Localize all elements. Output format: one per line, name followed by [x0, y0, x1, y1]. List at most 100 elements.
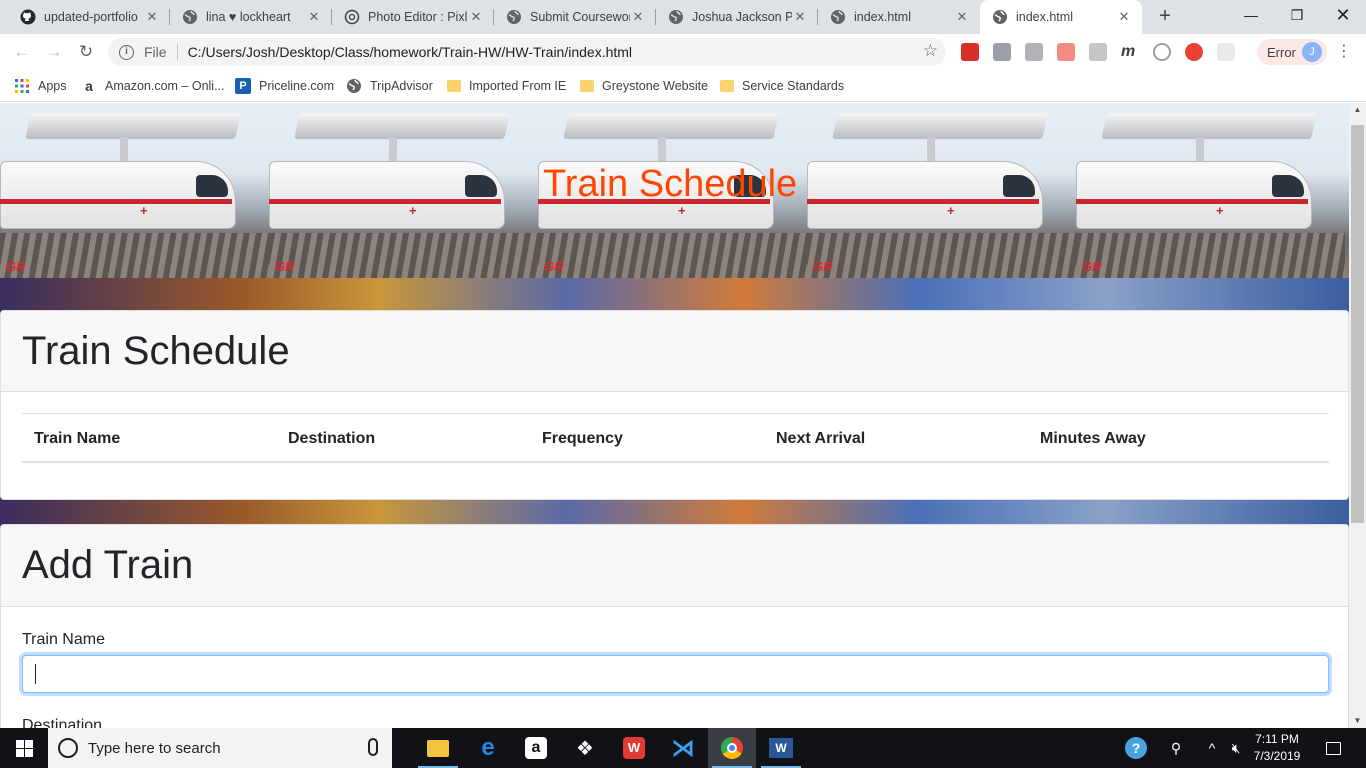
bookmark-priceline[interactable]: P Priceline.com: [235, 76, 334, 96]
action-center-icon[interactable]: [1318, 728, 1348, 768]
column-header-frequency: Frequency: [542, 430, 623, 447]
dropbox-icon[interactable]: ❖: [561, 728, 609, 768]
bookmark-star-icon[interactable]: ☆: [923, 41, 938, 61]
bookmark-folder-imported[interactable]: Imported From IE: [447, 76, 566, 96]
folder-icon: [580, 80, 594, 92]
close-icon[interactable]: ✕: [144, 9, 160, 25]
wps-office-icon[interactable]: W: [610, 728, 658, 768]
edge-icon[interactable]: e: [464, 728, 512, 768]
card-header: Train Schedule: [1, 311, 1348, 392]
bookmark-tripadvisor[interactable]: TripAdvisor: [346, 76, 433, 96]
gr-logo: GR: [6, 259, 26, 274]
aperture-icon: [344, 9, 360, 25]
tab-title: Submit Coursework: [530, 10, 630, 24]
start-button[interactable]: [0, 728, 48, 768]
vscode-icon[interactable]: ⋊: [659, 728, 707, 768]
jumbotron: + GR + GR + GR + GR + GR Train Schedule: [0, 103, 1349, 278]
bookmark-label: Imported From IE: [469, 79, 567, 93]
extension-icon[interactable]: [1089, 43, 1107, 61]
back-button[interactable]: ←: [10, 40, 34, 64]
reload-button[interactable]: ↻: [74, 40, 98, 64]
more-menu-icon[interactable]: ⋮: [1336, 40, 1352, 64]
tab-title: Joshua Jackson Po: [692, 10, 792, 24]
page-scrollbar[interactable]: ▲ ▼: [1349, 103, 1366, 728]
apps-grid-icon: [14, 78, 30, 94]
minimize-button[interactable]: —: [1228, 0, 1274, 30]
github-icon: [20, 9, 36, 25]
pdf-extension-icon[interactable]: [1025, 43, 1043, 61]
tab-title: index.html: [854, 10, 911, 24]
opera-extension-icon[interactable]: [1185, 43, 1203, 61]
close-icon[interactable]: ✕: [954, 9, 970, 25]
close-window-button[interactable]: ✕: [1320, 0, 1366, 30]
maximize-button[interactable]: ❐: [1274, 0, 1320, 30]
bookmark-label: TripAdvisor: [370, 79, 433, 93]
scroll-up-arrow-icon[interactable]: ▲: [1349, 103, 1366, 117]
new-tab-button[interactable]: +: [1154, 6, 1176, 28]
bookmark-amazon[interactable]: a Amazon.com – Onli...: [81, 76, 224, 96]
scroll-down-arrow-icon[interactable]: ▼: [1349, 714, 1366, 728]
people-icon[interactable]: ⚲: [1162, 728, 1190, 768]
train-image: + GR: [0, 103, 269, 278]
bookmark-folder-greystone[interactable]: Greystone Website: [580, 76, 708, 96]
globe-icon: [346, 78, 362, 94]
chrome-icon[interactable]: [708, 728, 756, 768]
browser-tab[interactable]: updated-portfolio ✕: [8, 0, 170, 34]
close-icon[interactable]: ✕: [792, 9, 808, 25]
page-viewport: + GR + GR + GR + GR + GR Train Schedule Train…: [0, 103, 1349, 728]
profile-error-button[interactable]: Error J: [1257, 39, 1327, 65]
browser-tab[interactable]: index.html ✕: [818, 0, 980, 34]
show-hidden-icons-chevron-icon[interactable]: ^: [1200, 728, 1224, 768]
screencast-extension-icon[interactable]: [1057, 43, 1075, 61]
scrollbar-thumb[interactable]: [1351, 125, 1364, 523]
translate-extension-icon[interactable]: [993, 43, 1011, 61]
browser-tab[interactable]: lina ♥ lockheart ✕: [170, 0, 332, 34]
globe-icon: [506, 9, 522, 25]
folder-icon: [447, 80, 461, 92]
globe-icon: [182, 9, 198, 25]
taskbar-search[interactable]: Type here to search: [48, 728, 392, 768]
file-explorer-icon[interactable]: [414, 728, 462, 768]
amazon-icon[interactable]: a: [512, 728, 560, 768]
add-train-card: Add Train Train Name Destination: [0, 524, 1349, 728]
forward-button[interactable]: →: [42, 40, 66, 64]
divider: [176, 44, 178, 60]
schedule-table: Train Name Destination Frequency Next Ar…: [22, 413, 1329, 463]
extension-icon[interactable]: [1217, 43, 1235, 61]
browser-tab[interactable]: Joshua Jackson Po ✕: [656, 0, 818, 34]
bookmark-folder-service[interactable]: Service Standards: [720, 76, 844, 96]
train-image: + GR: [807, 103, 1076, 278]
bookmarks-bar: Apps a Amazon.com – Onli... P Priceline.…: [0, 70, 1366, 102]
close-icon[interactable]: ✕: [306, 9, 322, 25]
column-header-next-arrival: Next Arrival: [776, 430, 866, 447]
train-image: + GR: [1076, 103, 1349, 278]
globe-icon: [992, 9, 1008, 25]
gr-logo: GR: [813, 259, 833, 274]
extension-icon[interactable]: [1153, 43, 1171, 61]
destination-label: Destination: [22, 717, 103, 728]
word-icon[interactable]: W: [757, 728, 805, 768]
avatar: J: [1302, 42, 1322, 62]
info-icon[interactable]: i: [119, 44, 134, 60]
schedule-card: Train Schedule Train Name Destination Fr…: [0, 310, 1349, 500]
column-header-minutes-away: Minutes Away: [1040, 430, 1146, 447]
browser-tab[interactable]: Photo Editor : Pixlr ✕: [332, 0, 494, 34]
jumbotron-title: Train Schedule: [543, 163, 798, 205]
m-extension-icon[interactable]: m: [1121, 43, 1139, 61]
microphone-icon[interactable]: [368, 738, 378, 756]
clock-date: 7/3/2019: [1253, 749, 1301, 763]
close-icon[interactable]: ✕: [1116, 9, 1132, 25]
add-train-heading: Add Train: [22, 543, 194, 587]
browser-tab[interactable]: Submit Coursework ✕: [494, 0, 656, 34]
close-icon[interactable]: ✕: [468, 9, 484, 25]
priceline-icon: P: [235, 78, 251, 94]
extension-icon[interactable]: [961, 43, 979, 61]
close-icon[interactable]: ✕: [630, 9, 646, 25]
bookmark-apps[interactable]: Apps: [14, 76, 67, 96]
tab-title: Photo Editor : Pixlr: [368, 10, 468, 24]
address-bar[interactable]: i File C:/Users/Josh/Desktop/Class/homew…: [108, 38, 946, 66]
browser-tab-active[interactable]: index.html ✕: [980, 0, 1142, 34]
help-icon[interactable]: ?: [1122, 728, 1150, 768]
train-name-input[interactable]: [22, 655, 1329, 693]
system-clock[interactable]: 7:11 PM 7/3/2019: [1240, 731, 1314, 765]
